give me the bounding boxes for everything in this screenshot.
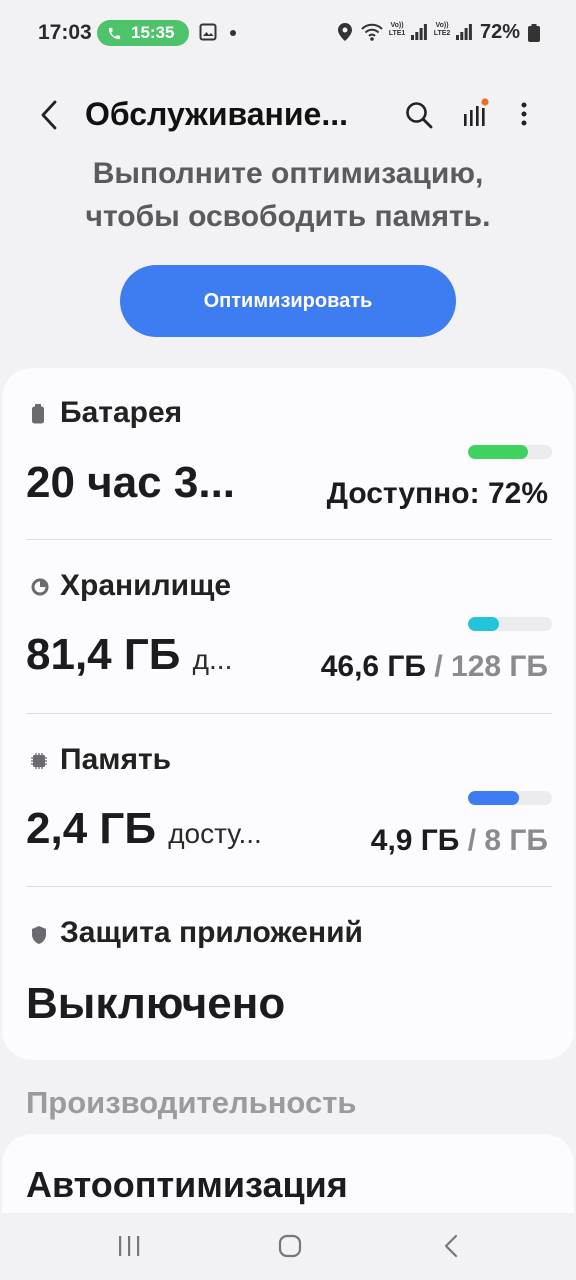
hint-line-1: Выполните оптимизацию, xyxy=(92,157,484,190)
memory-level-fill xyxy=(468,791,520,805)
memory-available-value: 2,4 ГБ xyxy=(26,804,156,853)
recent-apps-button[interactable] xyxy=(117,1235,141,1262)
storage-total: 128 ГБ xyxy=(451,650,548,683)
storage-available-value: 81,4 ГБ xyxy=(26,630,181,679)
memory-separator: / xyxy=(467,824,477,857)
status-bar: 17:03 15:35 Vo)) LTE1 Vo)) LTE2 72% xyxy=(0,0,576,66)
search-icon xyxy=(406,102,433,129)
battery-level-bar xyxy=(468,445,552,459)
sim2-label: Vo)) LTE2 xyxy=(433,22,451,37)
memory-chip-icon xyxy=(31,753,47,769)
app-protection-item[interactable]: Защита приложений Выключено xyxy=(2,887,574,1060)
storage-separator: / xyxy=(434,650,443,683)
battery-level-fill xyxy=(468,445,529,459)
memory-item[interactable]: Память 2,4 ГБ досту... 4,9 ГБ / 8 ГБ xyxy=(2,714,574,886)
back-button[interactable] xyxy=(36,98,62,132)
back-arrow-icon xyxy=(444,1234,458,1258)
storage-available-suffix: д... xyxy=(192,644,233,675)
performance-card: Автооптимизация xyxy=(2,1134,574,1214)
memory-available: 2,4 ГБ досту... xyxy=(26,804,262,854)
app-protection-status: Выключено xyxy=(26,979,286,1028)
sim1-label: Vo)) LTE1 xyxy=(388,22,406,37)
signal-sim1-icon xyxy=(411,24,427,40)
memory-usage: 4,9 ГБ / 8 ГБ xyxy=(371,824,548,858)
call-timer: 15:35 xyxy=(131,23,175,42)
page-title: Обслуживание... xyxy=(85,96,348,132)
battery-label: Батарея xyxy=(60,396,183,429)
memory-total: 8 ГБ xyxy=(484,824,548,857)
storage-used: 46,6 ГБ xyxy=(320,650,426,683)
home-icon xyxy=(278,1234,302,1258)
chevron-left-icon xyxy=(41,100,57,130)
battery-status: Доступно: 72% xyxy=(326,477,548,510)
battery-icon xyxy=(528,24,540,42)
memory-level-bar xyxy=(468,791,552,805)
navigation-bar xyxy=(0,1213,576,1280)
stats-button[interactable] xyxy=(460,98,490,133)
storage-level-fill xyxy=(468,617,499,631)
battery-item[interactable]: Батарея 20 час 3... Доступно: 72% xyxy=(2,368,574,540)
status-time: 17:03 xyxy=(38,21,92,44)
pie-chart-icon xyxy=(31,578,49,596)
performance-section-title: Производительность xyxy=(26,1085,357,1120)
battery-time-left: 20 час 3... xyxy=(26,458,236,507)
signal-sim2-icon xyxy=(456,24,472,40)
more-options-button[interactable] xyxy=(514,100,534,135)
recent-apps-icon xyxy=(119,1236,140,1256)
phone-icon xyxy=(108,27,121,39)
gallery-icon xyxy=(199,23,217,41)
notification-dot xyxy=(230,30,236,36)
battery-icon xyxy=(32,404,44,424)
auto-optimization-item[interactable]: Автооптимизация xyxy=(26,1164,348,1206)
storage-available: 81,4 ГБ д... xyxy=(26,630,232,680)
nav-back-button[interactable] xyxy=(443,1234,459,1263)
location-icon xyxy=(338,23,352,41)
more-vertical-icon xyxy=(521,102,527,126)
storage-level-bar xyxy=(468,617,552,631)
storage-item[interactable]: Хранилище 81,4 ГБ д... 46,6 ГБ / 128 ГБ xyxy=(2,540,574,714)
battery-percent: 72% xyxy=(480,21,521,43)
optimize-button[interactable]: Оптимизировать xyxy=(120,265,456,337)
home-button[interactable] xyxy=(278,1234,302,1263)
hint-line-2: чтобы освободить память. xyxy=(85,200,491,233)
storage-usage: 46,6 ГБ / 128 ГБ xyxy=(321,650,548,684)
wifi-icon xyxy=(361,23,383,41)
call-indicator[interactable]: 15:35 xyxy=(97,20,189,46)
storage-label: Хранилище xyxy=(60,569,232,602)
optimization-hint: Выполните оптимизацию, чтобы освободить … xyxy=(0,152,576,238)
memory-available-suffix: досту... xyxy=(168,818,262,849)
device-care-card: Батарея 20 час 3... Доступно: 72% Хранил… xyxy=(2,368,574,1060)
shield-icon xyxy=(32,926,46,944)
memory-used: 4,9 ГБ xyxy=(370,824,460,857)
search-button[interactable] xyxy=(404,100,434,135)
memory-label: Память xyxy=(60,743,172,776)
app-protection-label: Защита приложений xyxy=(60,916,363,949)
bar-chart-icon xyxy=(464,98,489,126)
